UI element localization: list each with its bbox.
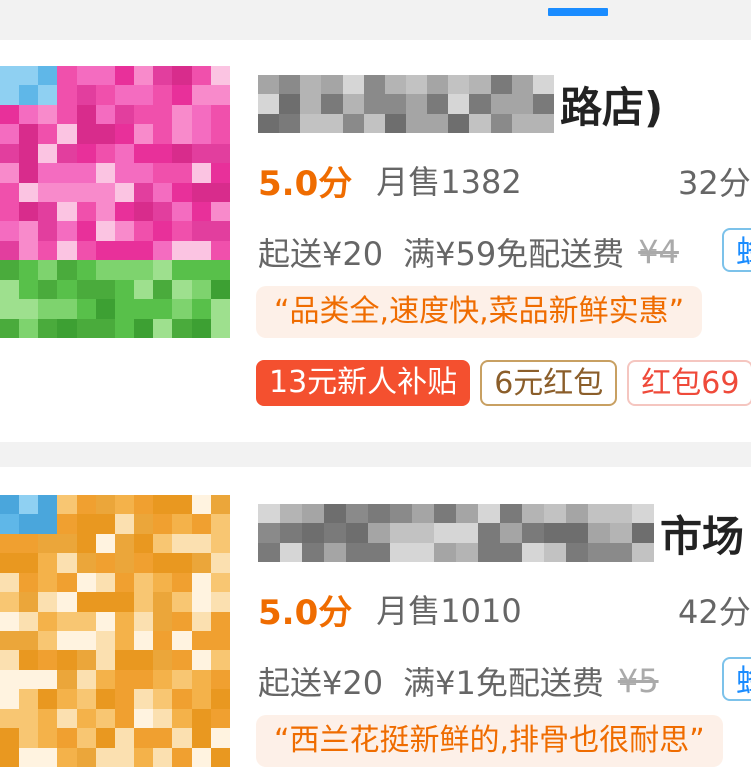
min-order: 起送¥20 xyxy=(258,664,384,702)
original-delivery-fee: ¥5 xyxy=(617,662,659,700)
fengniao-delivery-tag: 蜂 xyxy=(722,657,751,701)
monthly-sales: 月售1010 xyxy=(376,592,522,630)
store-name-tail: 市场 xyxy=(660,511,745,561)
store-title[interactable]: 路店) xyxy=(258,68,663,140)
store-name-tail: 路店) xyxy=(560,82,664,132)
store-thumbnail-image[interactable] xyxy=(0,495,230,767)
promo-badges: 13元新人补贴 6元红包 红包69 xyxy=(256,360,751,406)
store-thumbnail-image[interactable] xyxy=(0,66,230,338)
review-quote: “西兰花挺新鲜的,排骨也很耐思” xyxy=(256,715,723,767)
min-order: 起送¥20 xyxy=(258,235,384,273)
store-title[interactable]: 市场 xyxy=(258,497,744,569)
original-delivery-fee: ¥4 xyxy=(638,233,679,271)
fengniao-delivery-tag: 蜂 xyxy=(722,228,751,272)
free-delivery-threshold: 满¥1免配送费 xyxy=(403,664,604,702)
red-packet-badge: 6元红包 xyxy=(480,360,618,406)
review-quote: “品类全,速度快,菜品新鲜实惠” xyxy=(256,286,703,338)
store-rating: 5.0分 xyxy=(258,163,353,204)
active-tab-indicator xyxy=(548,8,608,16)
monthly-sales: 月售1382 xyxy=(376,163,522,201)
delivery-time: 42分 xyxy=(678,593,751,631)
delivery-time: 32分 xyxy=(678,164,751,202)
store-rating: 5.0分 xyxy=(258,592,353,633)
red-packet-badge-2: 红包69 xyxy=(627,360,751,406)
free-delivery-threshold: 满¥59免配送费 xyxy=(403,235,625,273)
blurred-store-name xyxy=(258,75,554,133)
blurred-store-name xyxy=(258,504,654,562)
new-user-subsidy-badge: 13元新人补贴 xyxy=(256,360,471,406)
